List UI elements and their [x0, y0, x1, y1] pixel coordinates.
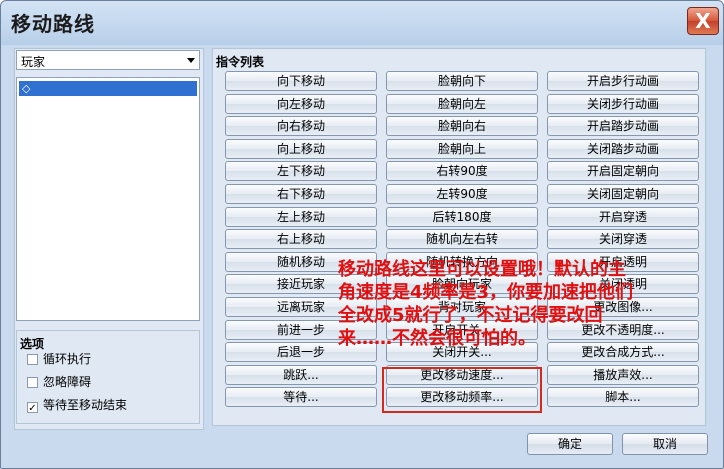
command-button[interactable]: 关闭穿透	[547, 229, 699, 250]
option-ignore-obstacles[interactable]: 忽略障碍	[27, 374, 91, 390]
close-button[interactable]: X	[687, 7, 719, 35]
command-button[interactable]: 左下移动	[225, 161, 377, 182]
options-group: 选项 循环执行 忽略障碍 ✓ 等待至移动结束	[16, 330, 200, 424]
command-button[interactable]: 向上移动	[225, 138, 377, 159]
cancel-button[interactable]: 取消	[622, 433, 708, 455]
title-bar: 移动路线 X	[1, 1, 723, 43]
command-list-title: 指令列表	[216, 55, 265, 69]
command-button[interactable]: 脸朝向下	[386, 71, 538, 91]
option-label: 等待至移动结束	[43, 398, 128, 412]
command-button[interactable]: 脸朝向左	[386, 93, 538, 114]
options-title: 选项	[20, 337, 45, 351]
command-button[interactable]: 右上移动	[225, 229, 377, 250]
command-button[interactable]: 后转180度	[386, 206, 538, 227]
command-button[interactable]: 左上移动	[225, 206, 377, 227]
character-select-value: 玩家	[21, 55, 46, 69]
command-button[interactable]: 左转90度	[386, 184, 538, 204]
annotation-text: 移动路线这里可以设置哦！默认的主角速度是4频率是3，你要加速把他们全改成5就行了…	[338, 259, 634, 349]
command-button[interactable]: 随机向左右转	[386, 229, 538, 250]
command-button[interactable]: 等待...	[225, 387, 377, 408]
command-button[interactable]: 关闭固定朝向	[547, 184, 699, 204]
character-select[interactable]: 玩家	[16, 50, 200, 70]
ok-button[interactable]: 确定	[527, 433, 613, 455]
command-button[interactable]: 右下移动	[225, 184, 377, 204]
option-wait-complete[interactable]: ✓ 等待至移动结束	[27, 397, 128, 414]
command-button[interactable]: 脸朝向右	[386, 116, 538, 137]
checkbox-icon[interactable]	[27, 354, 38, 365]
option-loop[interactable]: 循环执行	[27, 351, 91, 367]
option-label: 循环执行	[43, 352, 92, 366]
command-button[interactable]: 向右移动	[225, 116, 377, 137]
checkbox-checked-icon[interactable]: ✓	[27, 402, 38, 414]
command-button[interactable]: 向下移动	[225, 71, 377, 91]
command-button[interactable]: 开启踏步动画	[547, 116, 699, 137]
window-title: 移动路线	[11, 12, 95, 36]
command-button[interactable]: 向左移动	[225, 93, 377, 114]
command-button[interactable]: 关闭步行动画	[547, 93, 699, 114]
command-button[interactable]: 跳跃...	[225, 364, 377, 385]
command-button[interactable]: 开启穿透	[547, 206, 699, 227]
route-list[interactable]: ◇	[16, 77, 200, 321]
command-button[interactable]: 右转90度	[386, 161, 538, 182]
chevron-down-icon[interactable]	[187, 58, 195, 63]
command-button[interactable]: 开启步行动画	[547, 71, 699, 91]
command-button[interactable]: 脸朝向上	[386, 138, 538, 159]
command-button[interactable]: 开启固定朝向	[547, 161, 699, 182]
list-item[interactable]: ◇	[19, 81, 197, 96]
command-button[interactable]: 播放声效...	[547, 364, 699, 385]
checkbox-icon[interactable]	[27, 377, 38, 388]
command-button[interactable]: 关闭踏步动画	[547, 138, 699, 159]
option-label: 忽略障碍	[43, 375, 92, 389]
highlight-box	[382, 367, 542, 413]
command-button[interactable]: 脚本...	[547, 387, 699, 408]
